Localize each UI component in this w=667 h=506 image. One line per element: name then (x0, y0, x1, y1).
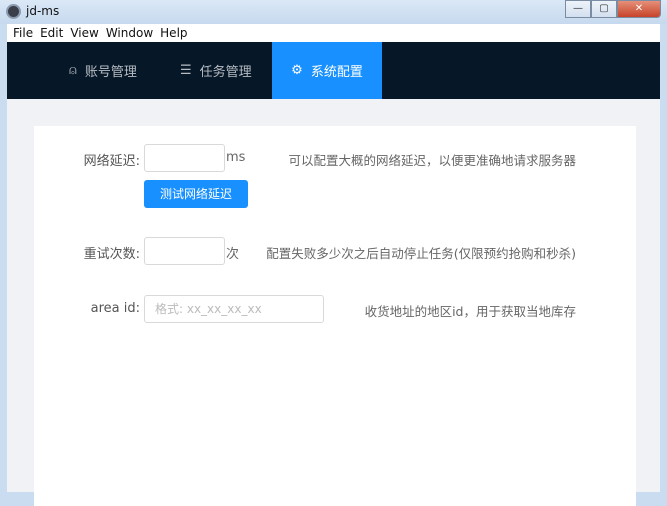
tab-tasks[interactable]: ☰ 任务管理 (180, 42, 252, 99)
menu-help[interactable]: Help (158, 24, 192, 42)
test-delay-button[interactable]: 测试网络延迟 (144, 180, 248, 208)
area-hint: 收货地址的地区id，用于获取当地库存 (364, 304, 576, 319)
top-nav: ⍝ 账号管理 ☰ 任务管理 ⚙ 系统配置 (7, 42, 660, 99)
area-id-input[interactable]: 格式: xx_xx_xx_xx (144, 295, 324, 323)
maximize-button[interactable]: ▢ (591, 0, 617, 18)
retry-unit: 次 (226, 247, 240, 262)
menu-edit[interactable]: Edit (38, 24, 68, 42)
minimize-button[interactable]: — (565, 0, 591, 18)
delay-input[interactable] (144, 144, 225, 172)
retry-hint: 配置失败多少次之后自动停止任务(仅限预约抢购和秒杀) (266, 246, 576, 261)
list-icon: ☰ (180, 63, 192, 78)
window-title: jd-ms (26, 4, 60, 18)
delay-label: 网络延迟: (83, 154, 140, 169)
app-icon (6, 4, 21, 19)
close-button[interactable]: ✕ (617, 0, 661, 18)
title-bar: jd-ms — ▢ ✕ (0, 0, 667, 24)
delay-unit: ms (226, 150, 246, 165)
retry-input[interactable] (144, 237, 225, 265)
menu-view[interactable]: View (68, 24, 103, 42)
tab-settings[interactable]: ⚙ 系统配置 (272, 42, 382, 99)
gear-icon: ⚙ (291, 63, 303, 78)
menu-bar: File Edit View Window Help (7, 24, 660, 42)
settings-card: 网络延迟: ms 可以配置大概的网络延迟，以便更准确地请求服务器 测试网络延迟 … (34, 126, 636, 506)
delay-hint: 可以配置大概的网络延迟，以便更准确地请求服务器 (288, 153, 576, 168)
area-label: area id: (90, 301, 140, 316)
tab-label: 账号管理 (84, 65, 137, 80)
menu-file[interactable]: File (11, 24, 38, 42)
tab-label: 任务管理 (199, 65, 252, 80)
user-icon: ⍝ (69, 63, 77, 78)
tab-accounts[interactable]: ⍝ 账号管理 (69, 42, 137, 99)
tab-label: 系统配置 (310, 65, 363, 80)
retry-label: 重试次数: (83, 247, 140, 262)
menu-window[interactable]: Window (104, 24, 158, 42)
